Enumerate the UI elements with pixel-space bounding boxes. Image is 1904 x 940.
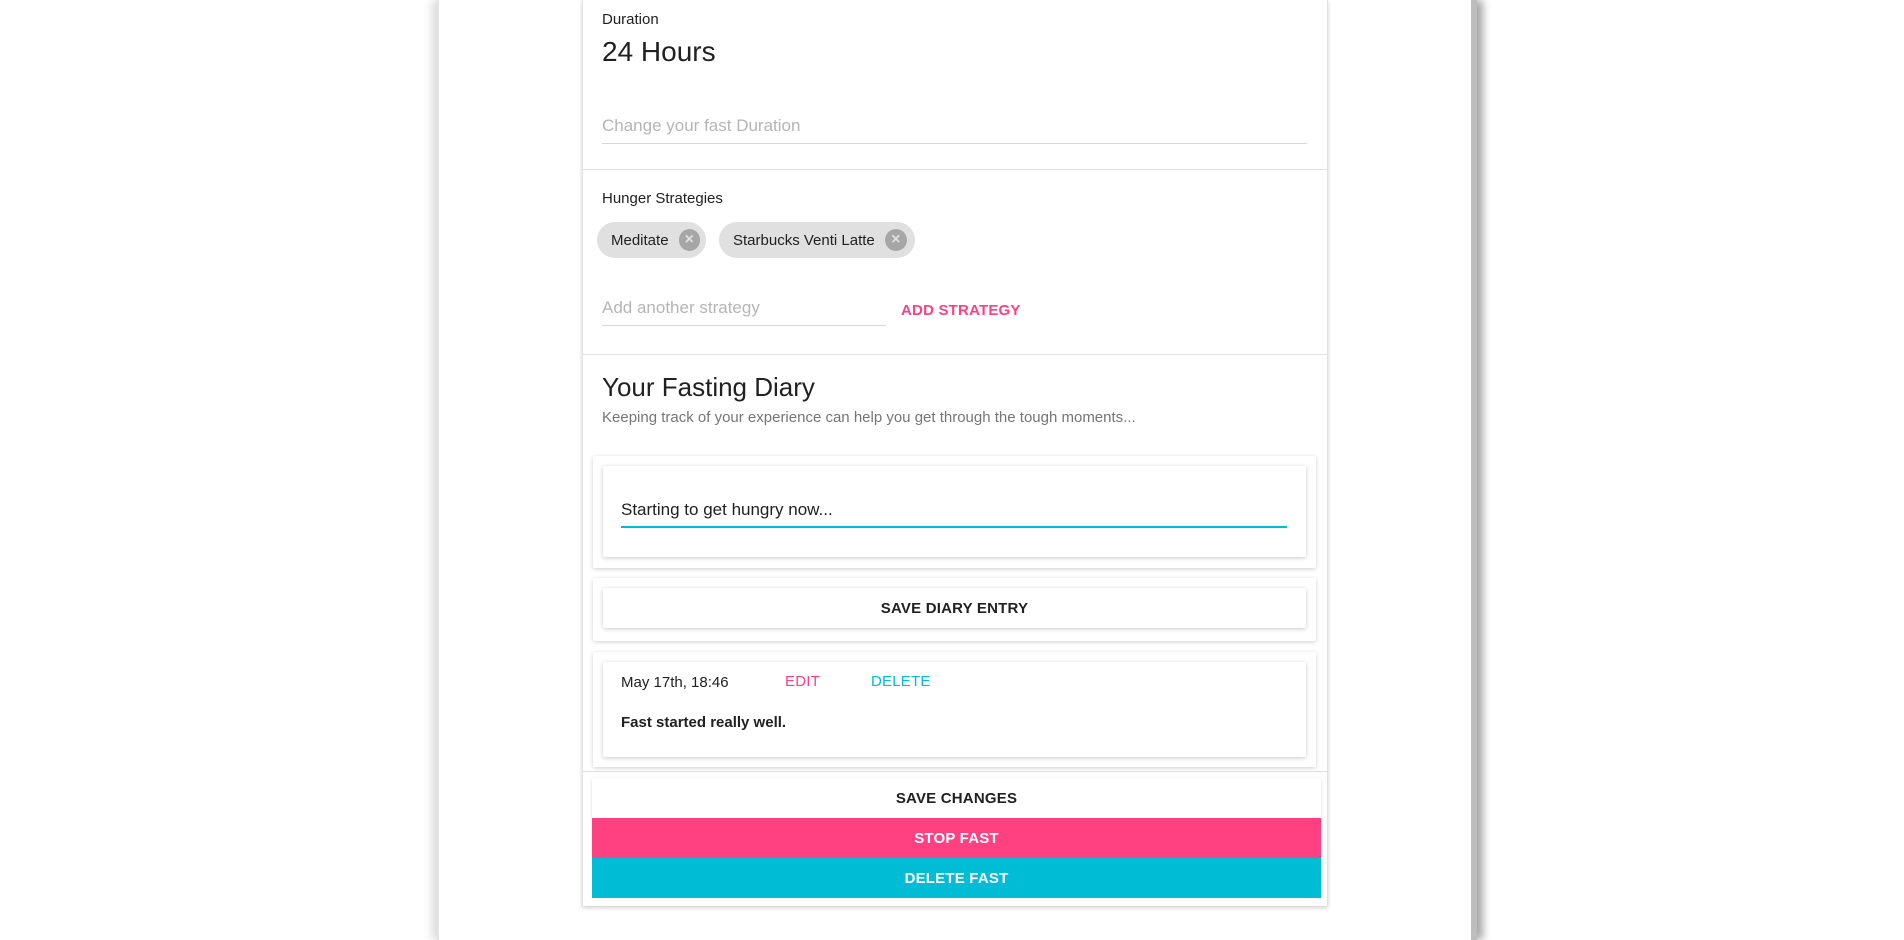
add-strategy-button[interactable]: ADD STRATEGY xyxy=(901,302,1021,319)
diary-subtitle: Keeping track of your experience can hel… xyxy=(602,409,1136,426)
fasting-diary-section: Your Fasting Diary Keeping track of your… xyxy=(583,355,1327,771)
diary-entry-input[interactable] xyxy=(621,500,1287,528)
chip-label: Starbucks Venti Latte xyxy=(733,231,875,249)
entry-date: May 17th, 18:46 xyxy=(621,674,729,691)
diary-title: Your Fasting Diary xyxy=(602,372,815,402)
diary-input-card xyxy=(603,466,1306,557)
delete-entry-button[interactable]: DELETE xyxy=(871,673,931,690)
save-diary-entry-button[interactable]: SAVE DIARY ENTRY xyxy=(603,588,1306,628)
diary-entry-card: May 17th, 18:46 EDIT DELETE Fast started… xyxy=(603,662,1306,757)
save-diary-paper: SAVE DIARY ENTRY xyxy=(593,578,1316,641)
hunger-strategies-section: Hunger Strategies Meditate × Starbucks V… xyxy=(583,170,1327,354)
duration-value: 24 Hours xyxy=(602,36,716,67)
delete-fast-button[interactable]: DELETE FAST xyxy=(592,858,1321,898)
duration-section: Duration 24 Hours xyxy=(583,0,1327,169)
hunger-strategies-label: Hunger Strategies xyxy=(602,190,723,207)
diary-entry-paper: May 17th, 18:46 EDIT DELETE Fast started… xyxy=(593,652,1316,767)
edit-entry-button[interactable]: EDIT xyxy=(785,673,820,690)
duration-input[interactable] xyxy=(602,116,1307,144)
cancel-circle-icon[interactable]: × xyxy=(678,229,700,251)
section-divider xyxy=(583,771,1327,772)
add-strategy-input[interactable] xyxy=(602,298,886,326)
chip-label: Meditate xyxy=(611,231,669,249)
strategy-chip[interactable]: Starbucks Venti Latte × xyxy=(719,222,915,258)
entry-text: Fast started really well. xyxy=(621,714,787,731)
cancel-circle-icon[interactable]: × xyxy=(884,229,907,251)
save-changes-button[interactable]: SAVE CHANGES xyxy=(592,778,1321,818)
stop-fast-button[interactable]: STOP FAST xyxy=(592,818,1321,858)
duration-label: Duration xyxy=(602,11,659,28)
save-diary-card: SAVE DIARY ENTRY xyxy=(603,588,1306,628)
strategy-chip[interactable]: Meditate × xyxy=(597,222,706,258)
fast-edit-card: Duration 24 Hours Hunger Strategies Medi… xyxy=(582,0,1328,906)
diary-input-paper xyxy=(593,456,1316,568)
